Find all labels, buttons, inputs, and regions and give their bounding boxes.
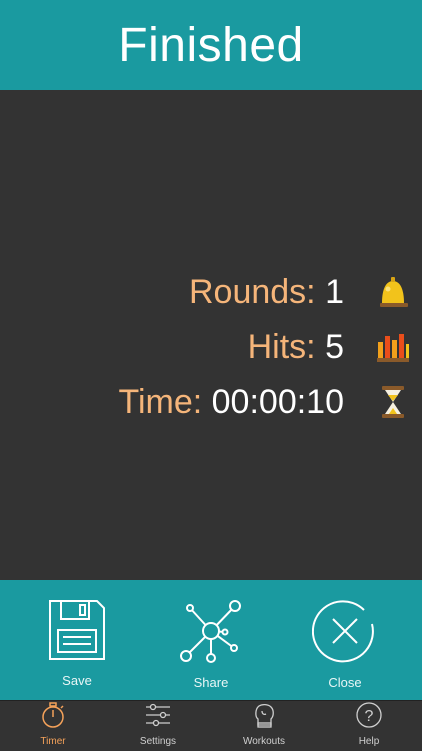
tab-workouts-label: Workouts xyxy=(242,736,286,747)
tab-help[interactable]: ? Help xyxy=(329,701,409,751)
time-row: Time: 00:00:10 xyxy=(118,377,422,427)
bars-icon xyxy=(374,328,412,366)
header-bar: Finished xyxy=(0,0,422,90)
save-button[interactable]: Save xyxy=(22,598,132,698)
share-button[interactable]: Share xyxy=(156,598,266,698)
close-label: Close xyxy=(328,675,362,690)
tab-timer[interactable]: Timer xyxy=(13,701,93,751)
save-label: Save xyxy=(62,673,92,688)
stopwatch-icon xyxy=(39,701,67,734)
tab-settings-label: Settings xyxy=(139,736,177,747)
svg-text:?: ? xyxy=(365,708,374,725)
tab-workouts[interactable]: Workouts xyxy=(224,701,304,751)
page-title: Finished xyxy=(118,18,304,72)
rounds-value: 1 xyxy=(325,272,344,311)
time-label: Time: xyxy=(118,382,203,421)
tab-bar: Timer Settings Workouts ? Help xyxy=(0,700,422,751)
time-value: 00:00:10 xyxy=(211,382,344,421)
tab-settings[interactable]: Settings xyxy=(118,701,198,751)
close-button[interactable]: Close xyxy=(290,598,400,698)
boxing-glove-icon xyxy=(250,701,278,734)
rounds-label: Rounds: xyxy=(188,272,316,311)
action-bar: Save Share Close xyxy=(0,580,422,700)
rounds-row: Rounds: 1 xyxy=(189,267,422,317)
bell-icon xyxy=(374,273,412,311)
sliders-icon xyxy=(144,701,172,734)
hourglass-icon xyxy=(374,383,412,421)
results-panel: Rounds: 1 Hits: 5 Time: 00:00:10 xyxy=(0,90,422,580)
hits-label: Hits: xyxy=(247,327,316,366)
tab-timer-label: Timer xyxy=(40,736,66,747)
hits-value: 5 xyxy=(325,327,344,366)
share-label: Share xyxy=(193,675,229,690)
help-icon: ? xyxy=(355,701,383,734)
close-circle-icon xyxy=(311,598,378,669)
hits-row: Hits: 5 xyxy=(248,322,422,372)
share-network-icon xyxy=(178,598,244,669)
tab-help-label: Help xyxy=(358,736,380,747)
floppy-disk-icon xyxy=(47,598,107,667)
